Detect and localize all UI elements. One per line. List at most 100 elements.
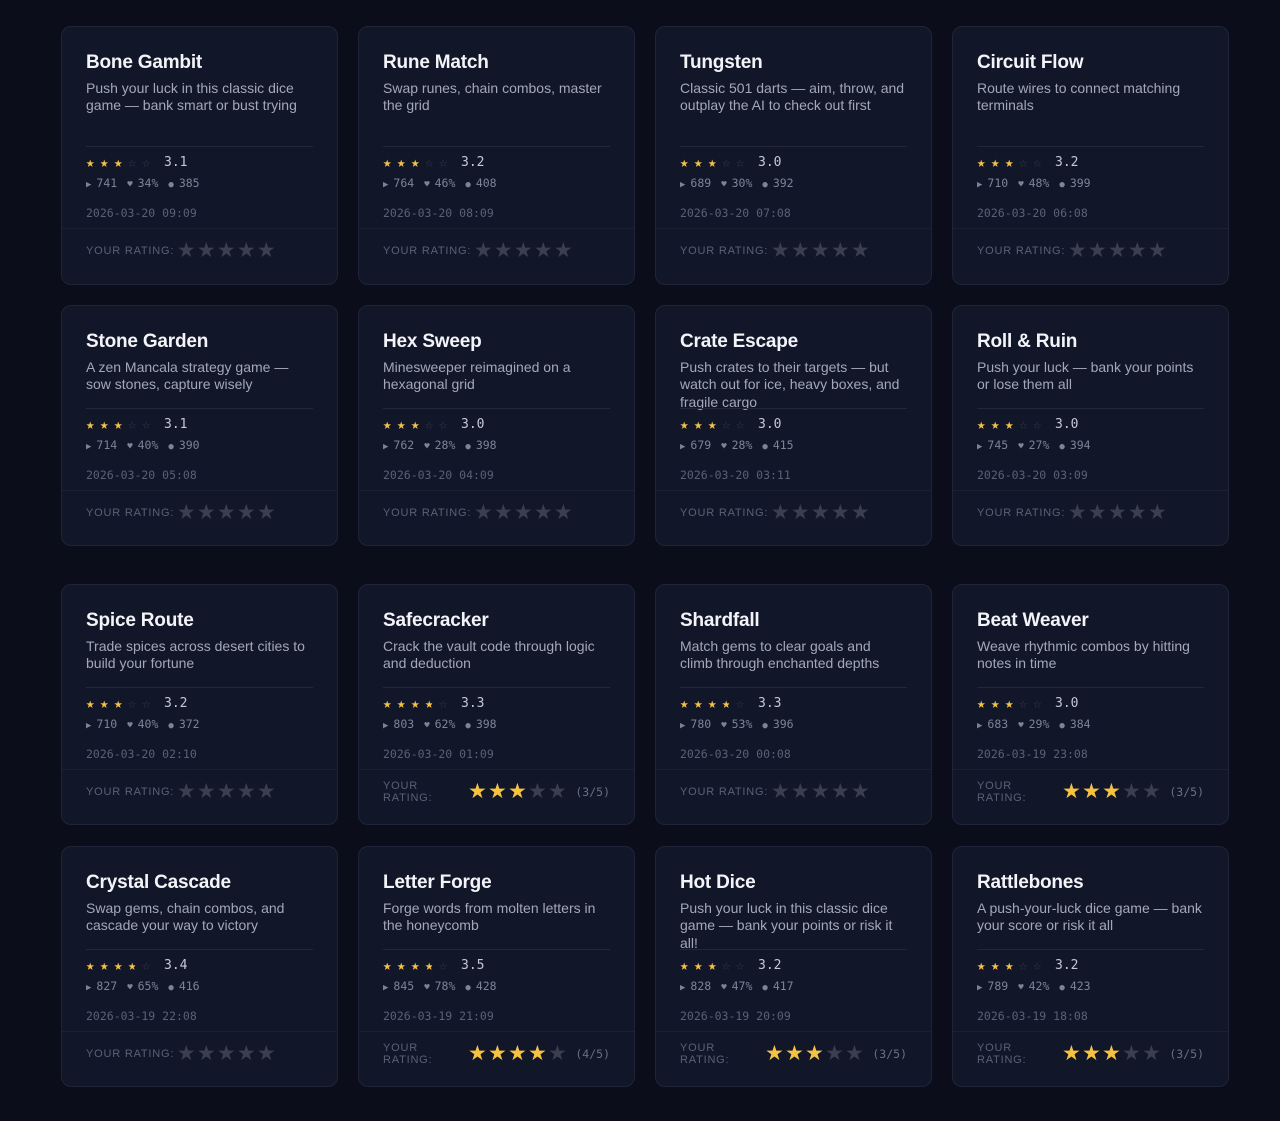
user-rating-star-icon[interactable]: ★ — [236, 240, 256, 262]
user-rating-star-icon[interactable]: ★ — [256, 240, 276, 262]
user-rating-star-icon[interactable]: ★ — [196, 1043, 216, 1065]
user-rating-star-icon[interactable]: ★ — [1107, 502, 1127, 524]
your-rating-stars[interactable]: ★ ★ ★ ★ ★ — [176, 781, 276, 803]
user-rating-star-icon[interactable]: ★ — [473, 502, 493, 524]
user-rating-star-icon[interactable]: ★ — [1121, 1043, 1141, 1065]
your-rating-stars[interactable]: ★ ★ ★ ★ ★ — [770, 240, 870, 262]
user-rating-star-icon[interactable]: ★ — [1107, 240, 1127, 262]
game-card[interactable]: Hex Sweep Minesweeper reimagined on a he… — [358, 305, 635, 546]
user-rating-star-icon[interactable]: ★ — [176, 502, 196, 524]
user-rating-star-icon[interactable]: ★ — [1067, 240, 1087, 262]
user-rating-star-icon[interactable]: ★ — [790, 502, 810, 524]
user-rating-star-icon[interactable]: ★ — [513, 240, 533, 262]
game-card[interactable]: Spice Route Trade spices across desert c… — [61, 584, 338, 825]
user-rating-star-icon[interactable]: ★ — [1127, 502, 1147, 524]
user-rating-star-icon[interactable]: ★ — [467, 781, 487, 803]
user-rating-star-icon[interactable]: ★ — [493, 502, 513, 524]
user-rating-star-icon[interactable]: ★ — [784, 1043, 804, 1065]
user-rating-star-icon[interactable]: ★ — [527, 781, 547, 803]
your-rating-stars[interactable]: ★ ★ ★ ★ ★ — [467, 1043, 567, 1065]
user-rating-star-icon[interactable]: ★ — [547, 781, 567, 803]
user-rating-star-icon[interactable]: ★ — [216, 502, 236, 524]
user-rating-star-icon[interactable]: ★ — [804, 1043, 824, 1065]
your-rating-stars[interactable]: ★ ★ ★ ★ ★ — [176, 1043, 276, 1065]
user-rating-star-icon[interactable]: ★ — [507, 781, 527, 803]
user-rating-star-icon[interactable]: ★ — [196, 502, 216, 524]
your-rating-stars[interactable]: ★ ★ ★ ★ ★ — [764, 1043, 864, 1065]
user-rating-star-icon[interactable]: ★ — [527, 1043, 547, 1065]
user-rating-star-icon[interactable]: ★ — [1147, 502, 1167, 524]
user-rating-star-icon[interactable]: ★ — [507, 1043, 527, 1065]
user-rating-star-icon[interactable]: ★ — [216, 781, 236, 803]
user-rating-star-icon[interactable]: ★ — [236, 1043, 256, 1065]
user-rating-star-icon[interactable]: ★ — [256, 781, 276, 803]
user-rating-star-icon[interactable]: ★ — [830, 781, 850, 803]
user-rating-star-icon[interactable]: ★ — [764, 1043, 784, 1065]
user-rating-star-icon[interactable]: ★ — [493, 240, 513, 262]
user-rating-star-icon[interactable]: ★ — [1081, 781, 1101, 803]
user-rating-star-icon[interactable]: ★ — [1087, 502, 1107, 524]
user-rating-star-icon[interactable]: ★ — [196, 240, 216, 262]
user-rating-star-icon[interactable]: ★ — [236, 781, 256, 803]
user-rating-star-icon[interactable]: ★ — [1101, 1043, 1121, 1065]
game-card[interactable]: Letter Forge Forge words from molten let… — [358, 846, 635, 1087]
user-rating-star-icon[interactable]: ★ — [1147, 240, 1167, 262]
user-rating-star-icon[interactable]: ★ — [770, 781, 790, 803]
user-rating-star-icon[interactable]: ★ — [850, 502, 870, 524]
user-rating-star-icon[interactable]: ★ — [824, 1043, 844, 1065]
game-card[interactable]: Safecracker Crack the vault code through… — [358, 584, 635, 825]
user-rating-star-icon[interactable]: ★ — [850, 240, 870, 262]
your-rating-stars[interactable]: ★ ★ ★ ★ ★ — [770, 781, 870, 803]
user-rating-star-icon[interactable]: ★ — [1087, 240, 1107, 262]
user-rating-star-icon[interactable]: ★ — [830, 240, 850, 262]
user-rating-star-icon[interactable]: ★ — [176, 1043, 196, 1065]
user-rating-star-icon[interactable]: ★ — [770, 240, 790, 262]
user-rating-star-icon[interactable]: ★ — [473, 240, 493, 262]
user-rating-star-icon[interactable]: ★ — [533, 240, 553, 262]
your-rating-stars[interactable]: ★ ★ ★ ★ ★ — [1067, 502, 1167, 524]
your-rating-stars[interactable]: ★ ★ ★ ★ ★ — [473, 502, 573, 524]
your-rating-stars[interactable]: ★ ★ ★ ★ ★ — [770, 502, 870, 524]
user-rating-star-icon[interactable]: ★ — [790, 240, 810, 262]
user-rating-star-icon[interactable]: ★ — [196, 781, 216, 803]
user-rating-star-icon[interactable]: ★ — [216, 240, 236, 262]
user-rating-star-icon[interactable]: ★ — [790, 781, 810, 803]
user-rating-star-icon[interactable]: ★ — [770, 502, 790, 524]
user-rating-star-icon[interactable]: ★ — [1101, 781, 1121, 803]
game-card[interactable]: Bone Gambit Push your luck in this class… — [61, 26, 338, 285]
user-rating-star-icon[interactable]: ★ — [513, 502, 533, 524]
your-rating-stars[interactable]: ★ ★ ★ ★ ★ — [176, 502, 276, 524]
user-rating-star-icon[interactable]: ★ — [810, 240, 830, 262]
game-card[interactable]: Rattlebones A push-your-luck dice game —… — [952, 846, 1229, 1087]
user-rating-star-icon[interactable]: ★ — [810, 502, 830, 524]
game-card[interactable]: Crate Escape Push crates to their target… — [655, 305, 932, 546]
user-rating-star-icon[interactable]: ★ — [810, 781, 830, 803]
user-rating-star-icon[interactable]: ★ — [553, 502, 573, 524]
user-rating-star-icon[interactable]: ★ — [1067, 502, 1087, 524]
user-rating-star-icon[interactable]: ★ — [533, 502, 553, 524]
game-card[interactable]: Tungsten Classic 501 darts — aim, throw,… — [655, 26, 932, 285]
game-card[interactable]: Roll & Ruin Push your luck — bank your p… — [952, 305, 1229, 546]
your-rating-stars[interactable]: ★ ★ ★ ★ ★ — [1061, 1043, 1161, 1065]
your-rating-stars[interactable]: ★ ★ ★ ★ ★ — [467, 781, 567, 803]
game-card[interactable]: Circuit Flow Route wires to connect matc… — [952, 26, 1229, 285]
user-rating-star-icon[interactable]: ★ — [487, 781, 507, 803]
user-rating-star-icon[interactable]: ★ — [1081, 1043, 1101, 1065]
user-rating-star-icon[interactable]: ★ — [216, 1043, 236, 1065]
user-rating-star-icon[interactable]: ★ — [256, 502, 276, 524]
game-card[interactable]: Shardfall Match gems to clear goals and … — [655, 584, 932, 825]
user-rating-star-icon[interactable]: ★ — [1061, 781, 1081, 803]
user-rating-star-icon[interactable]: ★ — [553, 240, 573, 262]
user-rating-star-icon[interactable]: ★ — [844, 1043, 864, 1065]
game-card[interactable]: Beat Weaver Weave rhythmic combos by hit… — [952, 584, 1229, 825]
game-card[interactable]: Rune Match Swap runes, chain combos, mas… — [358, 26, 635, 285]
user-rating-star-icon[interactable]: ★ — [1141, 1043, 1161, 1065]
user-rating-star-icon[interactable]: ★ — [176, 240, 196, 262]
your-rating-stars[interactable]: ★ ★ ★ ★ ★ — [176, 240, 276, 262]
user-rating-star-icon[interactable]: ★ — [1141, 781, 1161, 803]
your-rating-stars[interactable]: ★ ★ ★ ★ ★ — [473, 240, 573, 262]
game-card[interactable]: Stone Garden A zen Mancala strategy game… — [61, 305, 338, 546]
user-rating-star-icon[interactable]: ★ — [487, 1043, 507, 1065]
user-rating-star-icon[interactable]: ★ — [830, 502, 850, 524]
game-card[interactable]: Hot Dice Push your luck in this classic … — [655, 846, 932, 1087]
